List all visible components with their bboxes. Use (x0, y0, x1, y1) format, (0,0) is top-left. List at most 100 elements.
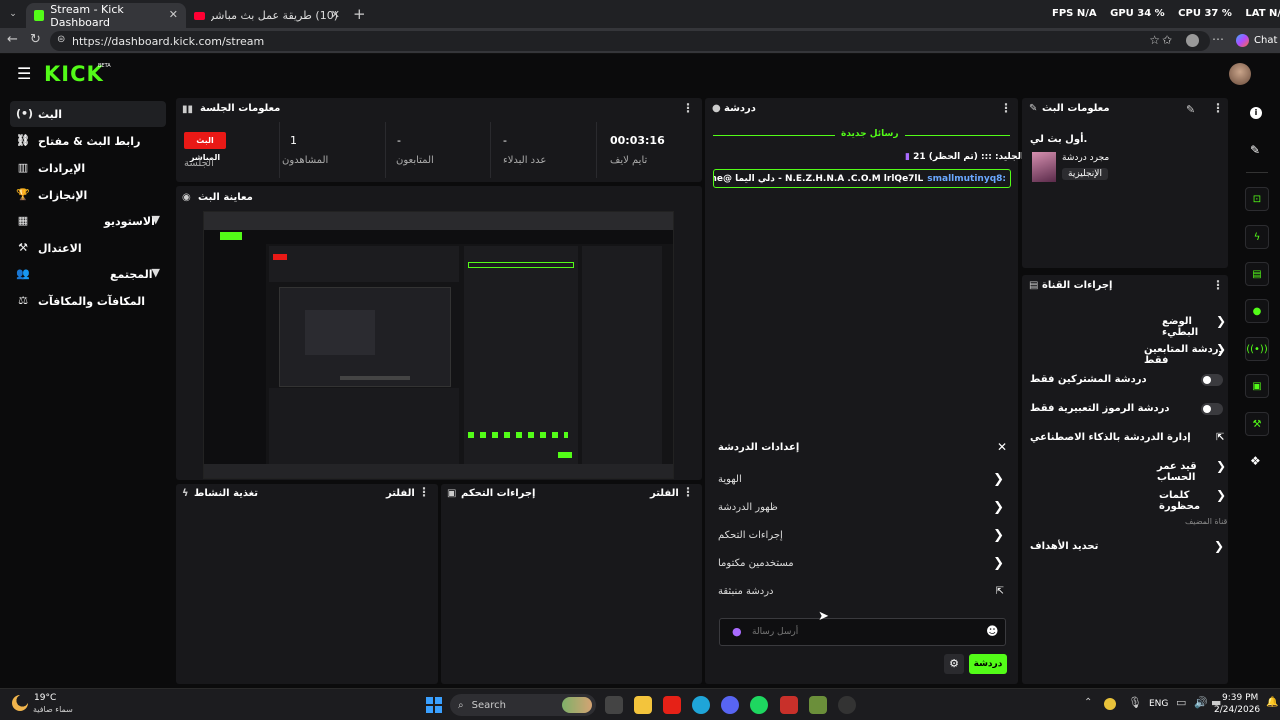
chat-setting-mod-actions[interactable]: إجراءات التحكم ❯ (718, 525, 1008, 545)
new-tab-icon[interactable]: + (353, 5, 366, 23)
emote-only-toggle[interactable] (1201, 403, 1223, 415)
broadcast-rail-icon[interactable]: ((•)) (1245, 337, 1269, 361)
channel-action-slow-mode[interactable]: الوضع البطيء ❯ (1162, 314, 1226, 338)
set-goals[interactable]: تحديد الأهداف ❯ (1030, 539, 1226, 559)
chat-bubble-icon[interactable]: ● (1245, 299, 1269, 323)
app-red-icon[interactable] (780, 696, 798, 714)
youtube-app-icon[interactable] (663, 696, 681, 714)
kick-logo[interactable]: KICK (44, 62, 104, 86)
subs-label: عدد البدلاء (503, 155, 547, 166)
tab-youtube[interactable]: (10) طريقة عمل بث مباشر على منه... ✕ (186, 3, 346, 28)
more-menu-icon[interactable]: ⋯ (1212, 32, 1224, 46)
new-messages-label[interactable]: رسائل جديدة (835, 129, 905, 139)
windows-start-icon[interactable] (426, 697, 442, 713)
pencil-icon[interactable]: ✎ (1186, 103, 1195, 116)
discord-icon[interactable] (721, 696, 739, 714)
message-username[interactable]: smallmutinyq8: (927, 174, 1006, 184)
panel-menu-icon[interactable]: ⋮ (682, 485, 694, 499)
chat-settings-gear-icon[interactable]: ⚙ (944, 654, 964, 674)
profile-icon[interactable] (1186, 34, 1199, 47)
network-icon[interactable]: ▭ (1176, 696, 1186, 709)
beta-badge: BETA (98, 63, 111, 69)
channel-action-ai-moderation[interactable]: إدارة الدردشة بالذكاء الاصطناعي ⇱ (1030, 432, 1226, 450)
tab-kick-dashboard[interactable]: Stream - Kick Dashboard ✕ (26, 3, 186, 29)
menu-icon[interactable]: ☰ (17, 66, 31, 82)
file-explorer-icon[interactable] (634, 696, 652, 714)
sidebar-item-stream[interactable]: (•) البث (10, 101, 166, 127)
preview-chat (464, 246, 578, 464)
favorite-icon[interactable]: ☆ (1149, 33, 1160, 47)
channel-action-account-age[interactable]: قيد عمر الحساب ❯ (1157, 459, 1226, 483)
activity-filter-button[interactable]: الفلتر (386, 488, 415, 499)
subscribers-only-toggle[interactable] (1201, 374, 1223, 386)
sidebar-item-moderation[interactable]: ⚒ الاعتدال (10, 235, 166, 261)
copilot-icon[interactable] (1236, 34, 1249, 47)
chat-copilot-label[interactable]: Chat (1254, 35, 1277, 46)
close-icon[interactable]: ✕ (997, 440, 1007, 454)
panel-menu-icon[interactable]: ⋮ (418, 485, 430, 499)
channel-action-banned-words[interactable]: كلمات محظورة ❯ (1159, 488, 1226, 512)
close-tab-icon[interactable]: ✕ (331, 8, 340, 21)
reload-icon[interactable]: ↻ (30, 32, 41, 47)
wrench-icon[interactable]: ⚒ (1245, 412, 1269, 436)
chat-setting-appearance[interactable]: ظهور الدردشة ❯ (718, 497, 1008, 517)
chat-setting-popout[interactable]: دردشة منبثقة ⇱ (718, 581, 1008, 601)
tray-app-icon[interactable] (1104, 698, 1116, 710)
sidebar-item-revenue[interactable]: ▥ الإيرادات (10, 155, 166, 181)
chat-setting-muted-users[interactable]: مستخدمين مكتوما ❯ (718, 553, 1008, 573)
minecraft-icon[interactable] (809, 696, 827, 714)
taskbar-search[interactable]: ⌕ Search (450, 694, 596, 716)
send-chat-button[interactable]: دردشة (969, 654, 1007, 674)
panel-menu-icon[interactable]: ⋮ (1212, 278, 1224, 292)
document-icon[interactable]: ▤ (1245, 262, 1269, 286)
highlighted-chat-message[interactable]: 21iceflame@ دلي اليما - N.E.Z.H.N.A .C.O… (713, 169, 1011, 188)
obs-icon[interactable] (838, 696, 856, 714)
weather-temp: 19°C (34, 693, 57, 703)
site-info-icon[interactable]: ⊜ (57, 34, 65, 45)
rail-divider (1246, 172, 1268, 173)
volume-icon[interactable]: 🔊 (1194, 696, 1208, 709)
edge-icon[interactable] (692, 696, 710, 714)
mic-icon[interactable]: ● (732, 625, 742, 638)
preview-video[interactable] (203, 211, 674, 479)
address-bar[interactable]: ⊜ https://dashboard.kick.com/stream ☆ (50, 31, 1210, 51)
panel-menu-icon[interactable]: ⋮ (1212, 101, 1224, 115)
notification-icon[interactable]: 🔔 (1266, 697, 1278, 708)
mod-filter-button[interactable]: الفلتر (650, 488, 679, 499)
back-icon[interactable]: ← (7, 32, 18, 47)
weather-icon[interactable] (12, 695, 28, 711)
tab-actions-icon[interactable]: ⌄ (6, 7, 20, 21)
microphone-tray-icon[interactable]: 🎙 (1128, 696, 1142, 709)
close-tab-icon[interactable]: ✕ (169, 8, 178, 21)
favorites-bar-icon[interactable]: ✩ (1162, 33, 1172, 47)
chat-input[interactable]: ● أرسل رسالة ☻ (719, 618, 1006, 646)
sidebar-item-studio[interactable]: ▦ الاستوديو ▼ (10, 208, 166, 234)
emoji-icon[interactable]: ☻ (986, 624, 999, 638)
tray-expand-icon[interactable]: ⌃ (1084, 697, 1092, 708)
chevron-right-icon: ❯ (1214, 539, 1225, 553)
screen-capture-icon[interactable]: ⊡ (1245, 187, 1269, 211)
clock-date[interactable]: 2/24/2026 (1214, 705, 1260, 715)
language-indicator[interactable]: ENG (1149, 699, 1168, 709)
panel-menu-icon[interactable]: ⋮ (682, 101, 694, 115)
pencil-rail-icon[interactable]: ✎ (1250, 143, 1260, 157)
panel-menu-icon[interactable]: ⋮ (1000, 101, 1012, 115)
sidebar-item-rewards[interactable]: ⚖ المكافآت والمكافآت (10, 288, 166, 314)
sidebar-item-stream-key[interactable]: ⛓ رابط البث & مفتاح (10, 128, 166, 154)
chat-setting-identity[interactable]: الهوية ❯ (718, 469, 1008, 489)
followers-value: - (397, 134, 401, 147)
layout-icon[interactable]: ▣ (1245, 374, 1269, 398)
lightning-icon[interactable]: ϟ (1245, 225, 1269, 249)
sidebar-item-achievements[interactable]: 🏆 الإنجازات (10, 182, 166, 208)
channel-action-followers-only[interactable]: دردشة المتابعين فقط ❯ (1144, 342, 1226, 366)
spotify-icon[interactable] (750, 696, 768, 714)
preview-inner-bar (340, 376, 410, 380)
task-view-icon[interactable] (605, 696, 623, 714)
palette-icon[interactable]: ❖ (1250, 454, 1261, 468)
sidebar-item-community[interactable]: 👥 المجتمع ▼ (10, 261, 166, 287)
clock-time[interactable]: 9:39 PM (1222, 693, 1258, 703)
sidebar-item-label: البث (38, 107, 63, 121)
info-icon[interactable]: i (1250, 107, 1262, 119)
edit-icon[interactable]: ✎ (1029, 103, 1037, 114)
user-avatar[interactable] (1229, 63, 1251, 85)
